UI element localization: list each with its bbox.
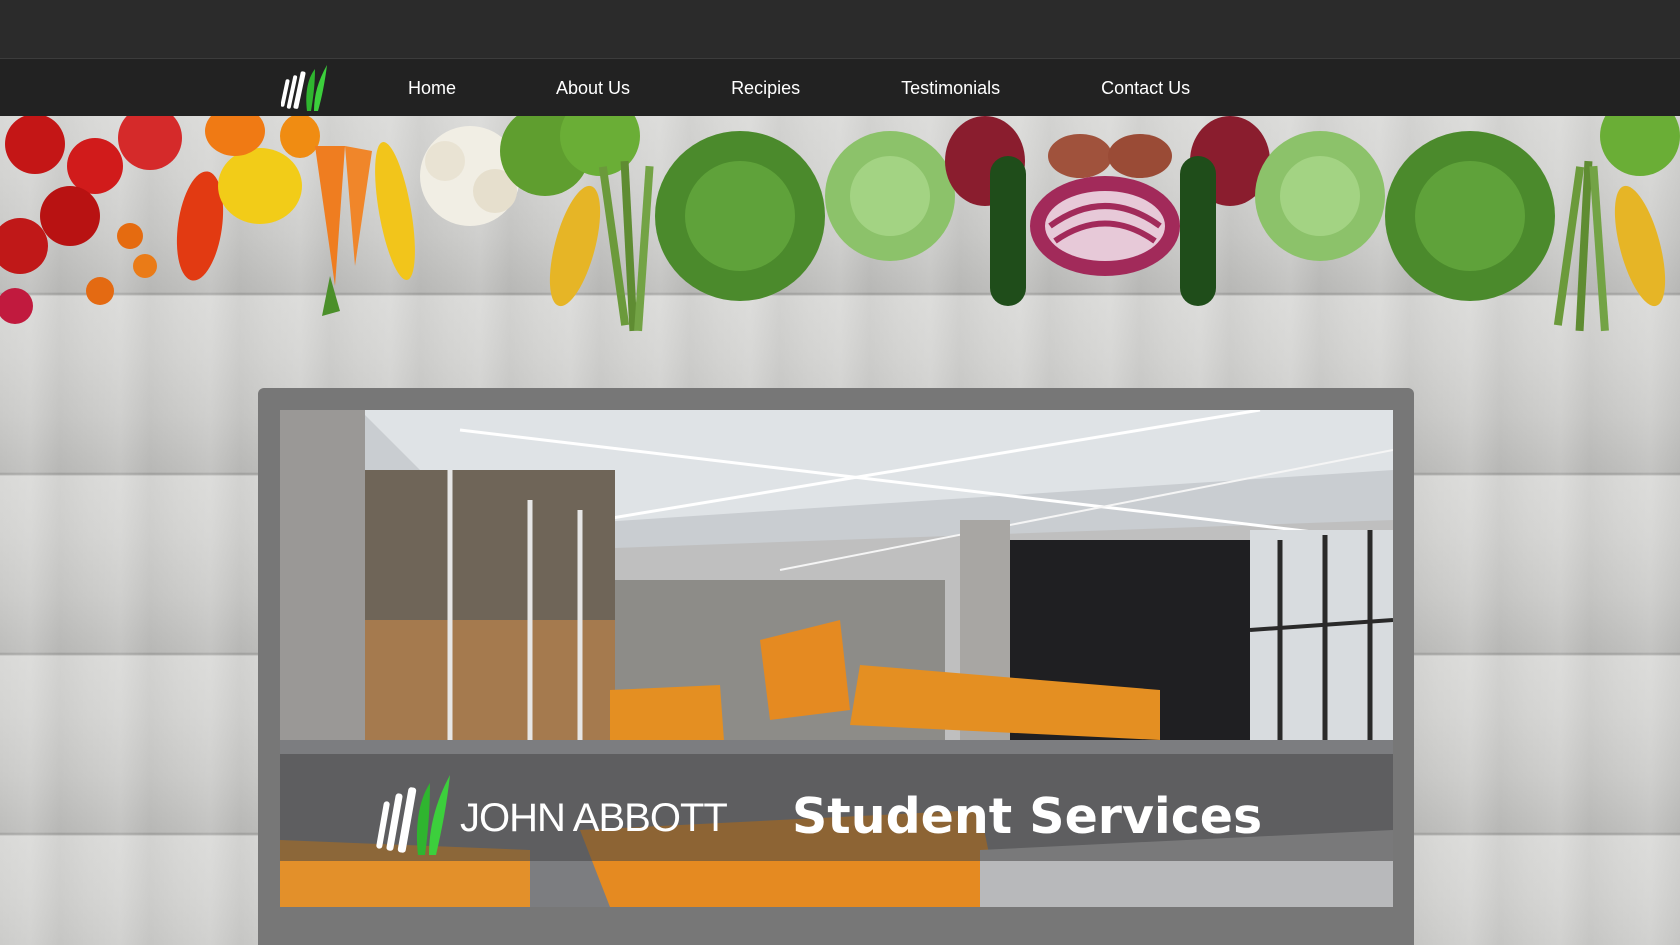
page-title: Student Services — [792, 788, 1263, 845]
student-services-photo: JOHN ABBOTT Student Services — [280, 410, 1393, 907]
nav-contact-us[interactable]: Contact Us — [1101, 78, 1190, 99]
nav-home[interactable]: Home — [408, 78, 456, 99]
nav-items: Home About Us Recipies Testimonials Cont… — [408, 59, 1190, 117]
feature-card: JOHN ABBOTT Student Services — [258, 388, 1414, 945]
nav-testimonials[interactable]: Testimonials — [901, 78, 1000, 99]
nav-about-us[interactable]: About Us — [556, 78, 630, 99]
top-bar — [0, 0, 1680, 58]
vegetables-border-image — [0, 116, 1680, 332]
brand-name: JOHN ABBOTT — [460, 796, 728, 840]
logo-icon — [376, 767, 456, 861]
main-navigation: Home About Us Recipies Testimonials Cont… — [0, 58, 1680, 116]
hero-section: JOHN ABBOTT Student Services — [0, 116, 1680, 945]
logo-icon[interactable] — [280, 61, 333, 115]
nav-recipies[interactable]: Recipies — [731, 78, 800, 99]
